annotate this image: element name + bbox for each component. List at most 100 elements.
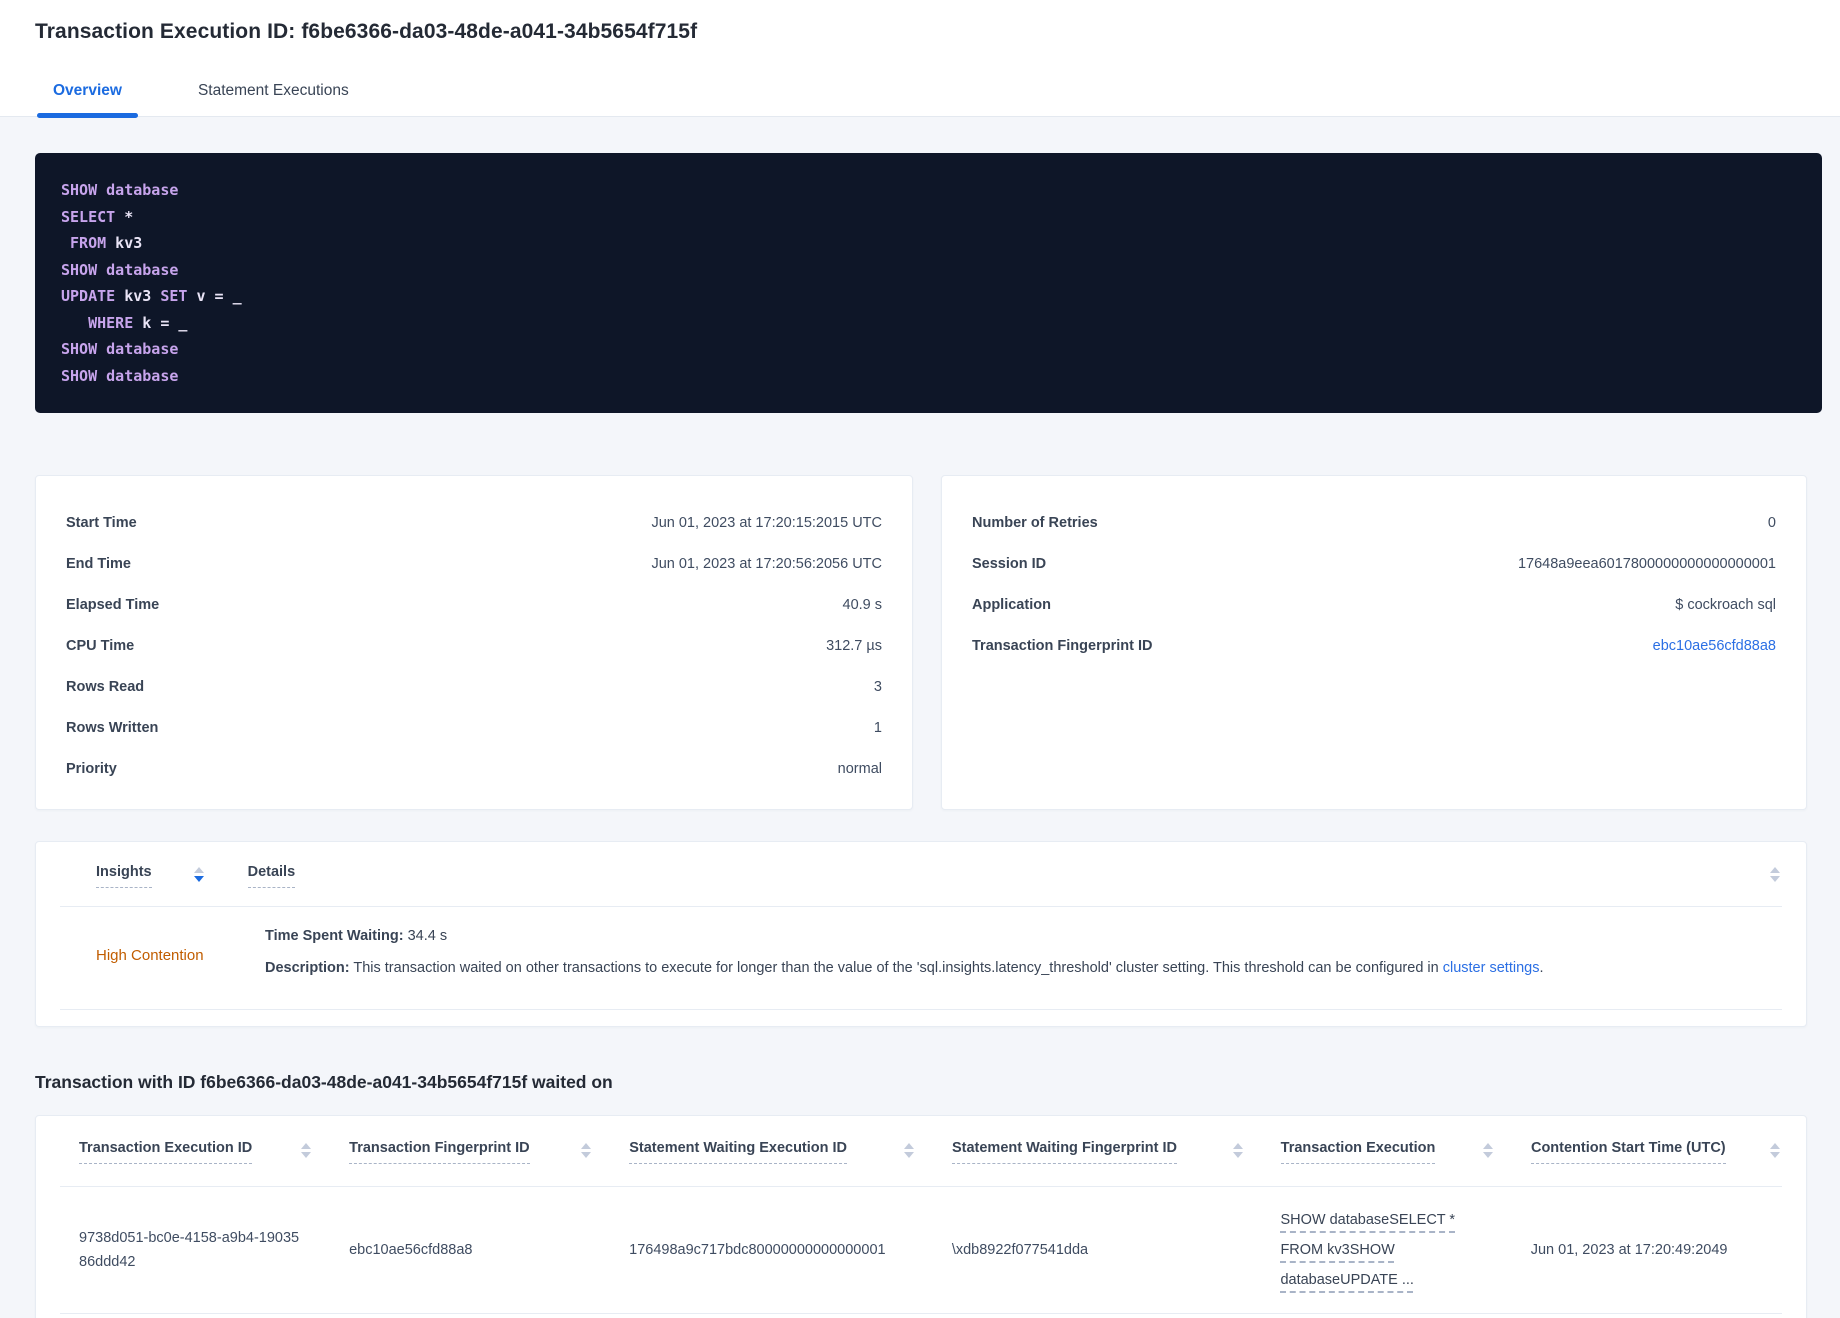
column-header-transaction-execution-id: Transaction Execution ID [79,1140,349,1164]
time-spent-waiting-line: Time Spent Waiting: 34.4 s [265,925,1780,947]
sort-desc-icon [1770,876,1780,882]
sort-control[interactable] [581,1143,592,1158]
description-suffix: . [1539,960,1544,976]
sort-control[interactable] [1232,1143,1243,1158]
tab-bar: Overview Statement Executions [0,72,1840,118]
time-spent-waiting-label: Time Spent Waiting: [265,928,404,944]
stat-label: Start Time [66,514,137,531]
summary-cards-row: Start Time Jun 01, 2023 at 17:20:15:2015… [35,475,1807,810]
stat-row-priority: Priority normal [66,748,882,789]
transaction-fingerprint-link[interactable]: ebc10ae56cfd88a8 [1653,638,1776,654]
stat-value: Jun 01, 2023 at 17:20:15:2015 UTC [651,514,882,531]
sort-control[interactable] [1769,1143,1780,1158]
stat-row-application: Application $ cockroach sql [972,584,1776,625]
sort-asc-icon [1770,867,1780,873]
waited-on-heading: Transaction with ID f6be6366-da03-48de-a… [35,1072,613,1092]
stat-label: Priority [66,760,117,777]
column-header-label[interactable]: Contention Start Time (UTC) [1530,1140,1726,1164]
waited-on-table: Transaction Execution ID Transaction Fin… [35,1115,1807,1318]
sort-desc-icon [1769,1152,1780,1158]
sort-asc-icon [581,1143,592,1149]
column-header-statement-waiting-execution-id: Statement Waiting Execution ID [629,1140,952,1164]
session-info-card: Number of Retries 0 Session ID 17648a9ee… [941,475,1807,810]
cell-contention-start-time: Jun 01, 2023 at 17:20:49:2049 [1530,1242,1728,1258]
cluster-settings-link[interactable]: cluster settings [1443,960,1540,976]
sort-asc-icon [903,1143,914,1149]
stat-row-rows-written: Rows Written 1 [66,707,882,748]
cell-transaction-execution-id: 9738d051-bc0e-4158-a9b4-1903586ddd42 [79,1230,300,1270]
stat-label: Application [972,596,1051,613]
stat-label: Rows Written [66,719,159,736]
sort-control[interactable] [1482,1143,1493,1158]
stat-label: Number of Retries [972,514,1098,531]
insight-row: High Contention Time Spent Waiting: 34.4… [60,907,1782,1009]
waited-on-header-row: Transaction Execution ID Transaction Fin… [60,1116,1782,1186]
page-content: SHOW database SELECT * FROM kv3 SHOW datab… [0,117,1840,1318]
insights-card: Insights Details High Contention Time Sp… [35,841,1807,1027]
insights-sort-control[interactable] [193,867,204,882]
stat-value: 312.7 µs [826,637,882,654]
table-row: 9738d051-bc0e-4158-a9b4-1903586ddd42 ebc… [60,1186,1782,1314]
stat-label: Session ID [972,555,1047,572]
stat-row-cpu-time: CPU Time 312.7 µs [66,625,882,666]
sort-desc-icon [301,1152,312,1158]
sql-statements: SHOW database SELECT * FROM kv3 SHOW datab… [35,153,1822,413]
stat-value: 0 [1767,514,1776,531]
execution-stats-card: Start Time Jun 01, 2023 at 17:20:15:2015… [35,475,913,810]
column-header-label[interactable]: Transaction Fingerprint ID [349,1140,530,1164]
stat-value: Jun 01, 2023 at 17:20:56:2056 UTC [651,555,882,572]
stat-row-transaction-fingerprint-id: Transaction Fingerprint ID ebc10ae56cfd8… [972,625,1776,666]
sort-asc-icon [1769,1143,1780,1149]
sort-asc-icon [193,867,204,873]
stat-value: 17648a9eea6017800000000000000001 [1517,555,1776,572]
description-text: This transaction waited on other transac… [349,960,1443,976]
description-line: Description: This transaction waited on … [265,957,1780,979]
column-header-label[interactable]: Statement Waiting Execution ID [629,1140,848,1164]
stat-label: Elapsed Time [66,596,160,613]
column-header-label[interactable]: Transaction Execution ID [79,1140,253,1164]
stat-label: CPU Time [66,637,135,654]
column-header-label[interactable]: Statement Waiting Fingerprint ID [951,1140,1177,1164]
stat-row-elapsed-time: Elapsed Time 40.9 s [66,584,882,625]
stat-value: normal [837,760,882,777]
insight-type-badge: High Contention [96,947,204,964]
insights-column-header[interactable]: Insights [96,864,152,888]
divider [60,1009,1782,1010]
sort-control[interactable] [301,1143,312,1158]
sort-asc-icon [301,1143,312,1149]
sort-asc-icon [1482,1143,1493,1149]
column-header-contention-start-time: Contention Start Time (UTC) [1530,1140,1782,1164]
cell-transaction-execution: SHOW databaseSELECT * FROM kv3SHOW datab… [1280,1205,1530,1295]
cell-statement-waiting-execution-id: 176498a9c717bdc80000000000000001 [629,1242,886,1258]
tab-overview-label: Overview [53,82,122,99]
tab-statement-executions[interactable]: Statement Executions [180,72,367,116]
stat-row-session-id: Session ID 17648a9eea6017800000000000000… [972,543,1776,584]
cell-statement-waiting-fingerprint-id: \xdb8922f077541dda [951,1242,1089,1258]
column-header-statement-waiting-fingerprint-id: Statement Waiting Fingerprint ID [951,1140,1281,1164]
column-header-label[interactable]: Transaction Execution [1280,1140,1436,1164]
sort-desc-icon [581,1152,592,1158]
stat-value: 40.9 s [842,596,883,613]
column-header-transaction-fingerprint-id: Transaction Fingerprint ID [349,1140,629,1164]
details-column-header[interactable]: Details [247,864,296,888]
stat-value: 1 [873,719,882,736]
time-spent-waiting-value: 34.4 s [403,928,448,944]
page-title: Transaction Execution ID: f6be6366-da03-… [35,20,698,43]
cell-transaction-fingerprint-id: ebc10ae56cfd88a8 [349,1242,473,1258]
stat-row-end-time: End Time Jun 01, 2023 at 17:20:56:2056 U… [66,543,882,584]
tab-overview[interactable]: Overview [35,72,140,118]
sort-desc-icon [903,1152,914,1158]
insights-right-sort-control[interactable] [1770,867,1780,882]
tab-statement-executions-label: Statement Executions [197,82,349,99]
description-label: Description: [265,960,350,976]
sort-asc-icon [1232,1143,1243,1149]
page-header: Transaction Execution ID: f6be6366-da03-… [0,0,1840,44]
insight-details: Time Spent Waiting: 34.4 s Description: … [265,925,1780,989]
stat-row-retries: Number of Retries 0 [972,502,1776,543]
transaction-execution-link[interactable]: SHOW databaseSELECT * FROM kv3SHOW datab… [1280,1212,1455,1288]
stat-label: End Time [66,555,131,572]
active-tab-underline [37,113,138,118]
stat-row-rows-read: Rows Read 3 [66,666,882,707]
stat-value: 3 [873,678,882,695]
sort-control[interactable] [903,1143,914,1158]
